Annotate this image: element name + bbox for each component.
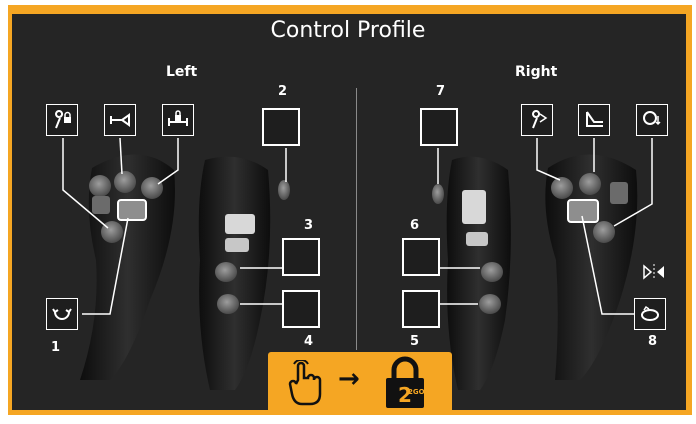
joystick-lock-icon[interactable]	[46, 104, 78, 136]
slot-7-box[interactable]	[420, 108, 458, 146]
mirror-rotate-icon[interactable]	[634, 298, 666, 330]
hand-touch-icon	[286, 358, 326, 410]
axle-lock-icon[interactable]	[162, 104, 194, 136]
slot-7-number: 7	[436, 84, 446, 99]
horn-icon[interactable]	[104, 104, 136, 136]
joystick-float-icon[interactable]	[521, 104, 553, 136]
slot-5-box[interactable]	[402, 290, 440, 328]
implement-icon[interactable]	[578, 104, 610, 136]
slot-4-number: 4	[304, 334, 314, 349]
slot-4-box[interactable]	[282, 290, 320, 328]
lock-2go-label: 2GO	[408, 388, 425, 396]
slot-6-number: 6	[410, 218, 420, 233]
slot-3-number: 3	[304, 218, 314, 233]
lock-2go-icon: 2 2GO	[380, 356, 430, 414]
slot-1-number: 1	[51, 340, 61, 355]
slot-6-box[interactable]	[402, 238, 440, 276]
slot-5-number: 5	[410, 334, 420, 349]
rotate-icon[interactable]	[46, 298, 78, 330]
slot-8-number: 8	[648, 334, 658, 349]
mirror-icon	[642, 262, 666, 286]
arrow-icon: →	[338, 364, 360, 394]
transfer-button[interactable]: → 2 2GO	[268, 352, 452, 414]
slot-2-box[interactable]	[262, 108, 300, 146]
slot-2-number: 2	[278, 84, 288, 99]
engine-rpm-icon[interactable]	[636, 104, 668, 136]
slot-3-box[interactable]	[282, 238, 320, 276]
